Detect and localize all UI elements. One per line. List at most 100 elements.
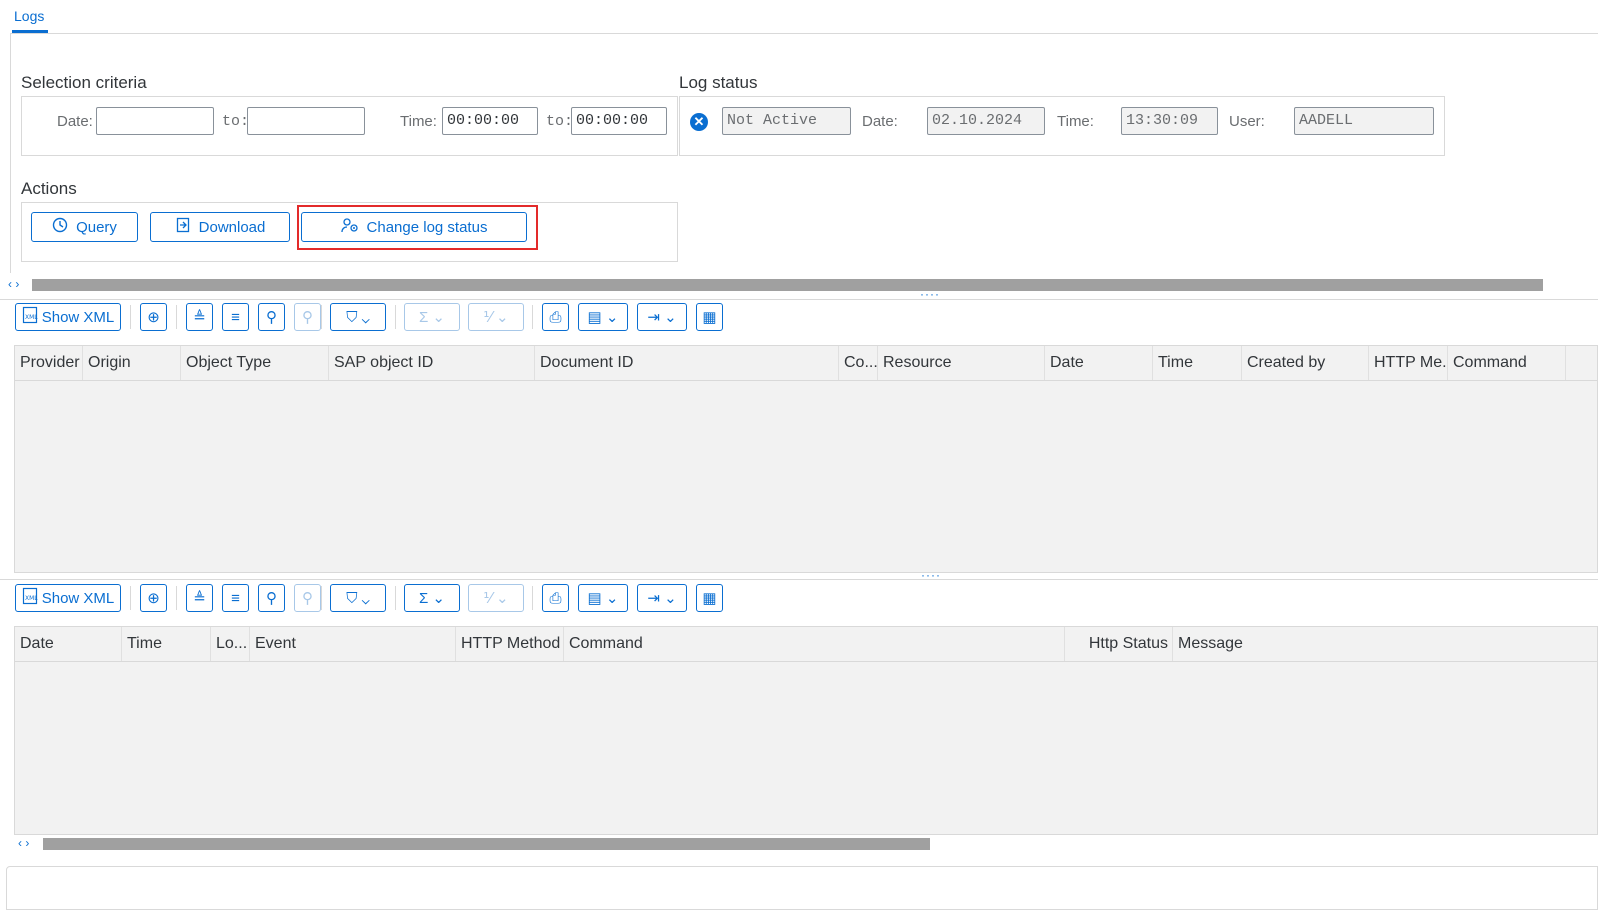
grid2-col-http-method[interactable]: HTTP Method [456,627,564,661]
change-log-status-button[interactable]: Change log status [301,212,527,242]
log-user-label: User: [1229,113,1265,130]
toolbar-separator [176,586,177,610]
search-icon: ⚲ [266,309,277,326]
date-from-input[interactable] [96,107,214,135]
grid2-col-time[interactable]: Time [122,627,211,661]
grid1-total-button[interactable]: Σ ⌄ [404,303,460,331]
selection-criteria-title: Selection criteria [21,73,147,92]
grid2-layout-button[interactable]: ▦ [696,584,723,612]
grid1-subtotal-button[interactable]: ⅟ ⌄ [468,303,524,331]
grid1-find-button[interactable]: ⚲ [258,303,285,331]
grid2-details-button[interactable]: ⊕ [140,584,167,612]
grid2-show-xml-label: Show XML [41,589,115,607]
sort-descending-icon: ≡ [231,308,240,326]
grid1-col-sap-object-id[interactable]: SAP object ID [329,346,535,380]
grid2-sort-descending-button[interactable]: ≡ [222,584,249,612]
grid2-find-button[interactable]: ⚲ [258,584,285,612]
scroll-left-right-arrows[interactable]: ‹ › [18,836,29,850]
scroll-left-right-arrows[interactable]: ‹ › [8,277,19,291]
grid2-table[interactable]: Date Time Lo... Event HTTP Method Comman… [14,626,1598,835]
zoom-details-icon: ⊕ [147,590,160,607]
sum-icon: Σ ⌄ [418,309,445,326]
grid1-find-next-button[interactable]: ⚲ [294,303,321,331]
status-inactive-icon: ✕ [690,113,708,131]
print-preview-icon: ▤ ⌄ [587,590,619,607]
grid1-col-origin[interactable]: Origin [83,346,181,380]
sort-ascending-icon: ≜ [193,590,206,607]
grid2-export-button[interactable]: ⇥ ⌄ [637,584,687,612]
zoom-details-icon: ⊕ [147,309,160,326]
date-to-input[interactable] [247,107,365,135]
tab-panel-border [10,33,11,273]
grid1-print-button[interactable]: ⎙ [542,303,569,331]
filter-icon: ⛉ ⌄ [346,308,370,326]
grid1-col-http-method[interactable]: HTTP Me... [1369,346,1448,380]
grid1-col-time[interactable]: Time [1153,346,1242,380]
grid1-col-object-type[interactable]: Object Type [181,346,329,380]
actions-title: Actions [21,179,77,198]
grid1-header-row: Provider Origin Object Type SAP object I… [15,346,1597,381]
grid2-print-button[interactable]: ⎙ [542,584,569,612]
toolbar-separator [395,586,396,610]
bottom-horizontal-scrollbar[interactable] [43,838,930,850]
grid2-subtotal-button[interactable]: ⅟ ⌄ [468,584,524,612]
grid2-col-event[interactable]: Event [250,627,456,661]
log-status-field: Not Active [722,107,851,135]
download-button[interactable]: Download [150,212,290,242]
tab-logs[interactable]: Logs [14,8,44,24]
grid1-col-date[interactable]: Date [1045,346,1153,380]
toolbar-separator [130,586,131,610]
change-log-status-label: Change log status [366,218,488,236]
sort-ascending-icon: ≜ [193,309,206,326]
query-label: Query [76,218,117,236]
export-icon: ⇥ ⌄ [647,309,677,326]
date-to-label: to: [222,113,250,130]
grid1-sort-descending-button[interactable]: ≡ [222,303,249,331]
time-from-input[interactable]: 00:00:00 [442,107,538,135]
log-user-field: AADELL [1294,107,1434,135]
grid2-col-http-status[interactable]: Http Status [1065,627,1173,661]
grid1-col-command[interactable]: Command [1448,346,1566,380]
grid2-col-lo[interactable]: Lo... [211,627,250,661]
toolbar-separator [321,305,322,329]
grid2-show-xml-button[interactable]: XML Show XML [15,584,121,612]
sum-icon: Σ ⌄ [418,590,445,607]
grid1-filter-button[interactable]: ⛉ ⌄ [330,303,386,331]
grid2-col-date[interactable]: Date [15,627,122,661]
grid2-find-next-button[interactable]: ⚲ [294,584,321,612]
users-settings-icon [340,217,359,237]
query-button[interactable]: Query [31,212,138,242]
download-icon [175,217,191,237]
grid1-col-created-by[interactable]: Created by [1242,346,1369,380]
grid1-col-document-id[interactable]: Document ID [535,346,839,380]
grid2-views-button[interactable]: ▤ ⌄ [578,584,628,612]
top-horizontal-scrollbar[interactable] [32,279,1543,291]
log-date-field: 02.10.2024 [927,107,1045,135]
grid2-col-command[interactable]: Command [564,627,1065,661]
find-next-icon: ⚲ [302,590,313,607]
search-icon: ⚲ [266,590,277,607]
grid2-sort-ascending-button[interactable]: ≜ [186,584,213,612]
grid1-col-provider[interactable]: Provider [15,346,83,380]
grid1-details-button[interactable]: ⊕ [140,303,167,331]
sort-descending-icon: ≡ [231,589,240,607]
grid1-table[interactable]: Provider Origin Object Type SAP object I… [14,345,1598,573]
grid1-sort-ascending-button[interactable]: ≜ [186,303,213,331]
grid2-total-button[interactable]: Σ ⌄ [404,584,460,612]
toolbar-separator [176,305,177,329]
download-label: Download [198,218,266,236]
grid1-layout-button[interactable]: ▦ [696,303,723,331]
print-icon: ⎙ [549,308,562,326]
grid1-col-co[interactable]: Co... [839,346,878,380]
grid1-show-xml-button[interactable]: XML Show XML [15,303,121,331]
grid2-col-message[interactable]: Message [1173,627,1598,661]
grid1-export-button[interactable]: ⇥ ⌄ [637,303,687,331]
grid1-col-resource[interactable]: Resource [878,346,1045,380]
log-time-field: 13:30:09 [1121,107,1218,135]
bottom-panel [6,866,1598,910]
grid1-views-button[interactable]: ▤ ⌄ [578,303,628,331]
filter-icon: ⛉ ⌄ [346,589,370,607]
history-icon [52,217,68,237]
time-to-input[interactable]: 00:00:00 [571,107,667,135]
grid2-filter-button[interactable]: ⛉ ⌄ [330,584,386,612]
